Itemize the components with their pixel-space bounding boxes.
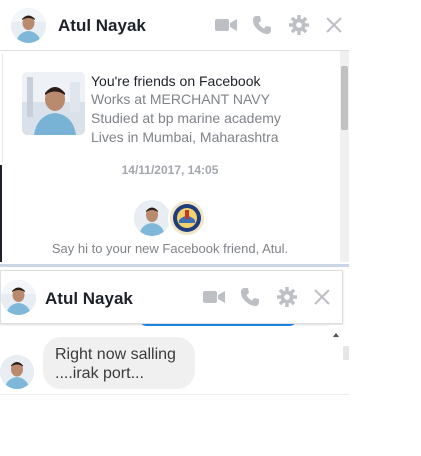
- message-timestamp: 14/11/2017, 14:05: [121, 163, 219, 177]
- close-icon[interactable]: [322, 13, 346, 37]
- message-text-line: Right now salling: [55, 346, 176, 363]
- scrollbar-segment[interactable]: [343, 346, 349, 360]
- close-icon[interactable]: [310, 285, 334, 309]
- education-info: Studied at bp marine academy: [91, 110, 281, 126]
- phone-icon[interactable]: [250, 13, 274, 37]
- chat-header-top[interactable]: Atul Nayak: [0, 0, 349, 51]
- chat-header-bottom[interactable]: Atul Nayak: [0, 270, 343, 324]
- window-separator: [0, 264, 349, 267]
- video-camera-icon[interactable]: [214, 13, 238, 37]
- window-edge: [0, 165, 2, 262]
- profile-photo[interactable]: [22, 72, 85, 135]
- video-camera-icon[interactable]: [202, 285, 226, 309]
- chat-title[interactable]: Atul Nayak: [45, 289, 133, 309]
- your-avatar: [168, 199, 206, 237]
- avatar[interactable]: [1, 280, 36, 315]
- message-text-line: ....irak port...: [55, 365, 144, 382]
- work-info: Works at MERCHANT NAVY: [91, 91, 270, 107]
- chat-title[interactable]: Atul Nayak: [58, 16, 146, 36]
- location-info: Lives in Mumbai, Maharashtra: [91, 129, 279, 145]
- friend-avatars: [134, 198, 209, 238]
- say-hi-prompt: Say hi to your new Facebook friend, Atul…: [51, 241, 289, 256]
- phone-icon[interactable]: [238, 285, 262, 309]
- received-message-bubble[interactable]: Right now salling ....irak port...: [43, 337, 195, 389]
- gear-icon[interactable]: [275, 285, 299, 309]
- window-bottom-border: [0, 394, 349, 395]
- scroll-up-arrow-icon[interactable]: [331, 327, 341, 337]
- gear-icon[interactable]: [287, 13, 311, 37]
- friends-status: You're friends on Facebook: [91, 73, 261, 89]
- avatar[interactable]: [11, 8, 46, 43]
- friend-avatar: [134, 200, 170, 236]
- scrollbar-thumb[interactable]: [341, 66, 348, 130]
- sender-avatar[interactable]: [0, 355, 34, 389]
